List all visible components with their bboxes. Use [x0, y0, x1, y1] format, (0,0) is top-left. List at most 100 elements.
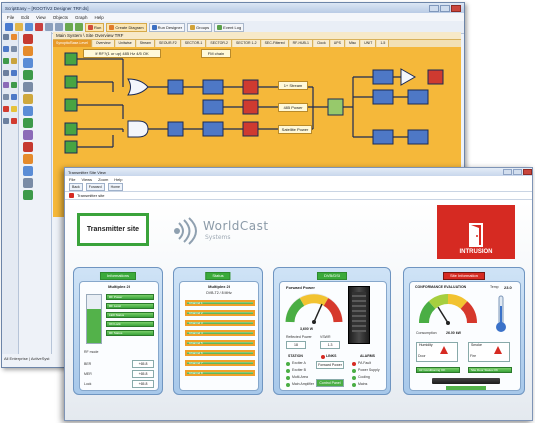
chart-icon[interactable] — [11, 82, 17, 88]
function-block[interactable] — [167, 121, 184, 137]
object-icon-9[interactable] — [23, 130, 33, 140]
bell-icon[interactable] — [11, 118, 17, 124]
image-icon[interactable] — [3, 82, 9, 88]
merge-block[interactable] — [327, 98, 344, 116]
groups-button[interactable]: Groups — [187, 22, 213, 32]
redo-icon[interactable] — [75, 23, 83, 31]
tab-misc[interactable]: Misc — [345, 40, 361, 47]
hand-icon[interactable] — [11, 34, 17, 40]
home-button[interactable]: Home — [107, 183, 123, 191]
object-icon-4[interactable] — [23, 70, 33, 80]
menu-objects[interactable]: Objects — [53, 15, 68, 20]
function-block[interactable] — [202, 99, 224, 115]
and-gate[interactable] — [127, 120, 149, 138]
function-block[interactable] — [372, 89, 394, 105]
maximize-button[interactable] — [440, 4, 450, 12]
shape-icon[interactable] — [11, 58, 17, 64]
minimize-button[interactable] — [429, 4, 439, 12]
tab-rf-hub-1[interactable]: RF-HUB-1 — [289, 40, 313, 47]
object-icon-7[interactable] — [23, 106, 33, 116]
zoom-icon[interactable] — [3, 46, 9, 52]
alarm-icon[interactable] — [3, 106, 9, 112]
menu-edit[interactable]: Edit — [21, 15, 29, 20]
tab-stream[interactable]: Stream — [136, 40, 156, 47]
tab-overview[interactable]: Overview — [92, 40, 115, 47]
print-icon[interactable] — [3, 118, 9, 124]
tab-unit[interactable]: UNIT — [361, 40, 377, 47]
object-icon-11[interactable] — [23, 154, 33, 164]
menu-help[interactable]: Help — [95, 15, 104, 20]
function-block[interactable] — [167, 79, 184, 95]
copy-icon[interactable] — [45, 23, 53, 31]
input-block[interactable] — [64, 140, 78, 154]
new-icon[interactable] — [5, 23, 13, 31]
back-button[interactable]: Back — [69, 183, 83, 191]
maximize-button[interactable] — [513, 169, 522, 175]
tab-sec-filtered[interactable]: SEC-Filtered — [261, 40, 289, 47]
run-designer-button[interactable]: Run Designer — [148, 22, 186, 32]
forward-button[interactable]: Forward — [85, 183, 105, 191]
link-icon[interactable] — [3, 58, 9, 64]
or-gate[interactable] — [127, 78, 149, 96]
tab-sector-1-2[interactable]: SECTOR 1-2 — [233, 40, 261, 47]
menu-zoom[interactable]: Zoom — [98, 177, 108, 182]
tab-clock[interactable]: Clock — [313, 40, 330, 47]
object-icon-1[interactable] — [23, 34, 33, 44]
input-block[interactable] — [64, 98, 78, 112]
object-icon-13[interactable] — [23, 178, 33, 188]
input-block[interactable] — [64, 122, 78, 136]
tab-seour-f2[interactable]: SEOUR-F2 — [156, 40, 181, 47]
input-block[interactable] — [64, 52, 78, 66]
gear-icon[interactable] — [3, 70, 9, 76]
menu-file[interactable]: File — [7, 15, 14, 20]
control-panel-button[interactable]: Control Panel — [316, 379, 344, 387]
paste-icon[interactable] — [55, 23, 63, 31]
tab-synoptic[interactable]: Synoptic/Base-Level — [53, 40, 92, 47]
db-icon[interactable] — [11, 70, 17, 76]
nav-item-transmitter[interactable]: Transmitter site — [77, 193, 104, 198]
object-icon-10[interactable] — [23, 142, 33, 152]
function-block[interactable] — [407, 89, 429, 105]
minimize-button[interactable] — [503, 169, 512, 175]
tab-ups[interactable]: UPS — [330, 40, 345, 47]
function-block[interactable] — [407, 129, 429, 145]
object-icon-6[interactable] — [23, 94, 33, 104]
object-icon-8[interactable] — [23, 118, 33, 128]
alarm-block[interactable] — [242, 79, 259, 95]
function-block[interactable] — [202, 79, 224, 95]
open-icon[interactable] — [15, 23, 23, 31]
tab-more[interactable]: 1-5 — [377, 40, 390, 47]
js-icon[interactable] — [11, 106, 17, 112]
function-block[interactable] — [372, 129, 394, 145]
text-icon[interactable] — [11, 46, 17, 52]
run-button[interactable]: Run — [85, 22, 105, 32]
close-button[interactable] — [523, 169, 532, 175]
forward-power-button[interactable]: Forward Power — [316, 361, 344, 369]
object-icon-5[interactable] — [23, 82, 33, 92]
tab-sector-1[interactable]: SECTOR-1 — [181, 40, 207, 47]
alarm-block[interactable] — [242, 121, 259, 137]
object-icon-3[interactable] — [23, 58, 33, 68]
function-block[interactable] — [372, 69, 394, 85]
object-icon-12[interactable] — [23, 166, 33, 176]
alarm-block[interactable] — [242, 99, 259, 115]
close-button[interactable] — [451, 4, 461, 12]
clock-icon[interactable] — [11, 94, 17, 100]
function-block[interactable] — [202, 121, 224, 137]
intrusion-alarm[interactable]: INTRUSION — [437, 205, 515, 259]
menu-file[interactable]: File — [69, 177, 75, 182]
alarm-block[interactable] — [427, 69, 444, 85]
list-icon[interactable] — [3, 94, 9, 100]
pointer-icon[interactable] — [3, 34, 9, 40]
event-log-button[interactable]: Event Log — [214, 22, 245, 32]
menu-graph[interactable]: Graph — [75, 15, 88, 20]
undo-icon[interactable] — [65, 23, 73, 31]
buffer-gate[interactable] — [400, 68, 417, 86]
create-diagram-button[interactable]: Create Diagram — [106, 22, 147, 32]
object-icon-2[interactable] — [23, 46, 33, 56]
menu-help[interactable]: Help — [114, 177, 122, 182]
menu-views[interactable]: Views — [81, 177, 92, 182]
input-block[interactable] — [64, 75, 78, 89]
cut-icon[interactable] — [35, 23, 43, 31]
menu-view[interactable]: View — [36, 15, 46, 20]
